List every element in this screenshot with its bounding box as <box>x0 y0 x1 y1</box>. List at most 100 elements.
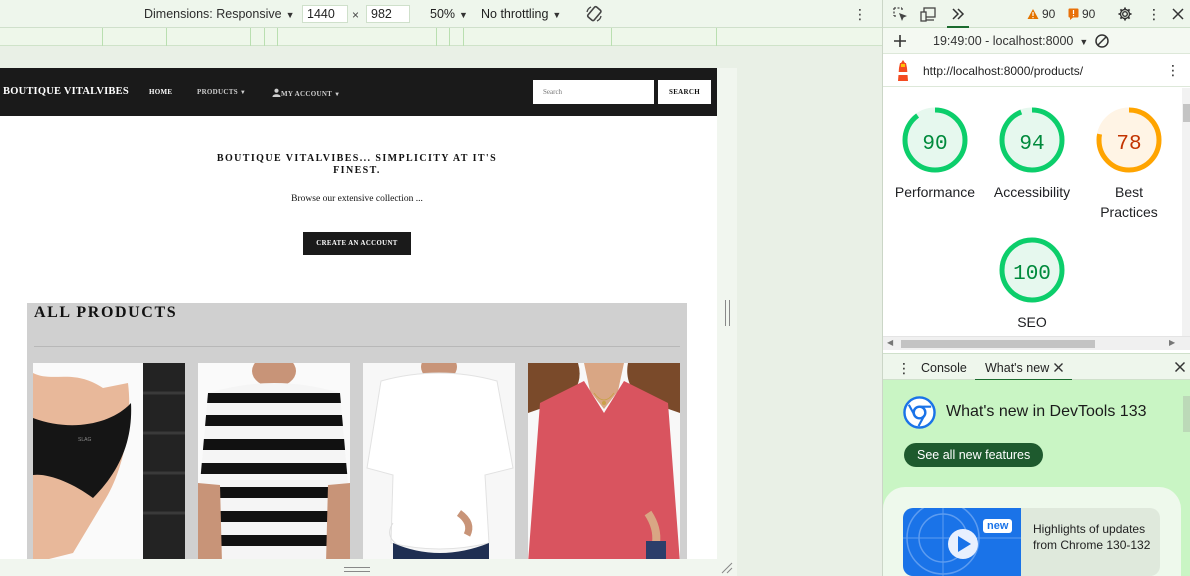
media-query-bar[interactable] <box>0 28 882 46</box>
divider <box>34 346 680 347</box>
drag-handle-icon <box>725 300 730 326</box>
report-url: http://localhost:8000/products/ <box>923 64 1084 78</box>
viewport-resize-handle-right[interactable] <box>717 68 737 559</box>
media-query-marker[interactable] <box>277 28 278 46</box>
score-gauge-seo[interactable]: 100 SEO <box>984 236 1080 332</box>
dimensions-dropdown[interactable]: Dimensions: Responsive ▼ <box>144 7 294 21</box>
score-gauge-performance[interactable]: 90 Performance <box>887 106 983 202</box>
caret-down-icon: ▼ <box>459 10 468 20</box>
product-card-black-briefs[interactable]: SLAG <box>33 363 185 559</box>
horizontal-scrollbar[interactable]: ◀ ▶ <box>883 336 1190 350</box>
caret-down-icon: ▼ <box>334 92 341 98</box>
video-thumbnail[interactable]: new <box>903 508 1021 576</box>
see-all-features-button[interactable]: See all new features <box>904 443 1044 467</box>
media-query-marker[interactable] <box>102 28 103 46</box>
media-query-marker[interactable] <box>250 28 251 46</box>
score-value: 94 <box>1019 133 1045 156</box>
highlight-text: Highlights of updates from Chrome 130-13… <box>1033 522 1151 552</box>
scrollbar-thumb[interactable] <box>901 340 1095 348</box>
caret-down-icon: ▼ <box>1079 37 1089 47</box>
issues-count[interactable]: 90 <box>1082 7 1095 21</box>
product-card-pink-top[interactable] <box>528 363 680 559</box>
zoom-dropdown[interactable]: 50% ▼ <box>430 7 468 21</box>
media-query-marker[interactable] <box>716 28 717 46</box>
device-toggle-icon[interactable] <box>920 6 936 22</box>
settings-gear-icon[interactable] <box>1117 6 1133 22</box>
warning-icon[interactable] <box>1027 8 1039 20</box>
vertical-scrollbar[interactable] <box>1182 390 1190 576</box>
hero-subtitle: Browse our extensive collection ... <box>291 194 423 204</box>
score-gauge-best-practices[interactable]: 78 Best Practices <box>1081 106 1177 222</box>
scroll-right-icon[interactable]: ▶ <box>1169 338 1175 347</box>
drag-handle-icon <box>344 567 370 572</box>
caret-down-icon: ▼ <box>285 10 295 20</box>
media-query-marker[interactable] <box>611 28 612 46</box>
device-toolbar: Dimensions: Responsive▼ × 50%▼ No thrott… <box>0 0 882 28</box>
product-image-black-briefs: SLAG <box>33 363 185 559</box>
media-query-marker[interactable] <box>463 28 464 46</box>
score-value: 100 <box>1013 263 1051 286</box>
whats-new-highlight-card[interactable]: new Highlights of updates from Chrome 13… <box>903 508 1160 576</box>
scroll-left-icon[interactable]: ◀ <box>887 338 893 347</box>
score-value: 78 <box>1116 133 1142 156</box>
plus-icon[interactable] <box>892 33 908 49</box>
clear-icon[interactable] <box>1094 33 1110 49</box>
inspect-element-icon[interactable] <box>892 6 908 22</box>
vertical-scrollbar[interactable] <box>1182 88 1190 336</box>
product-card-striped-tshirt[interactable] <box>198 363 350 559</box>
nav-home-link[interactable]: HOME <box>149 88 172 96</box>
close-tab-icon[interactable] <box>1053 362 1064 373</box>
nav-account-dropdown[interactable]: MY ACCOUNT ▼ <box>272 88 340 98</box>
nav-products-label: PRODUCTS <box>197 88 238 96</box>
nav-products-dropdown[interactable]: PRODUCTS ▼ <box>197 88 246 96</box>
viewport-resize-handle-bottom[interactable] <box>0 559 737 576</box>
rotate-icon[interactable] <box>585 5 603 23</box>
svg-text:SLAG: SLAG <box>78 437 91 443</box>
more-options-icon[interactable]: ⋮ <box>853 6 867 22</box>
issues-icon[interactable] <box>1068 8 1079 20</box>
score-label: Best Practices <box>1100 184 1158 220</box>
drawer-menu-icon[interactable]: ⋮ <box>897 360 911 377</box>
report-selector[interactable]: 19:49:00 - localhost:8000 ▼ <box>933 34 1088 48</box>
close-drawer-icon[interactable] <box>1174 361 1186 373</box>
products-section: ALL PRODUCTS SLAG <box>27 303 687 559</box>
media-query-marker[interactable] <box>166 28 167 46</box>
more-options-icon[interactable]: ⋮ <box>1165 62 1181 78</box>
product-image-pink-top <box>528 363 680 559</box>
media-query-marker[interactable] <box>264 28 265 46</box>
throttling-dropdown[interactable]: No throttling ▼ <box>481 7 561 21</box>
report-url-bar: http://localhost:8000/products/ ⋮ <box>883 54 1190 87</box>
scrollbar-thumb[interactable] <box>1183 104 1190 122</box>
score-label: SEO <box>1017 314 1047 330</box>
corner-resize-icon[interactable] <box>720 562 734 574</box>
devtools-toolbar: 90 90 ⋮ <box>883 0 1190 28</box>
dimensions-label: Dimensions: Responsive <box>144 7 282 21</box>
warning-count[interactable]: 90 <box>1042 7 1055 21</box>
height-input[interactable] <box>366 5 410 23</box>
devtools-panel: 90 90 ⋮ 19:49:00 - localhost:8000 ▼ http… <box>882 0 1190 576</box>
new-badge: new <box>983 519 1013 533</box>
tab-console[interactable]: Console <box>921 361 967 375</box>
devtools-logo-icon <box>903 396 936 429</box>
product-card-white-tshirt[interactable] <box>363 363 515 559</box>
times-separator: × <box>352 8 360 22</box>
score-label: Accessibility <box>993 184 1071 200</box>
more-options-icon[interactable]: ⋮ <box>1146 6 1162 22</box>
nav-account-label: MY ACCOUNT <box>281 90 333 98</box>
user-icon <box>272 88 281 97</box>
whats-new-title: What's new in DevTools 133 <box>946 403 1147 420</box>
site-search-input[interactable] <box>533 80 654 104</box>
create-account-button[interactable]: CREATE AN ACCOUNT <box>303 232 411 255</box>
hero-title: BOUTIQUE VITALVIBES... SIMPLICITY AT IT'… <box>216 153 498 176</box>
site-search-button[interactable]: SEARCH <box>658 80 711 104</box>
media-query-marker[interactable] <box>436 28 437 46</box>
score-gauge-accessibility[interactable]: 94 Accessibility <box>984 106 1080 202</box>
width-input[interactable] <box>302 5 348 23</box>
media-query-marker[interactable] <box>449 28 450 46</box>
score-value: 90 <box>922 133 948 156</box>
scrollbar-thumb[interactable] <box>1183 396 1190 432</box>
chevron-double-right-icon[interactable] <box>950 6 966 22</box>
site-brand[interactable]: BOUTIQUE VITALVIBES <box>3 86 129 97</box>
close-icon[interactable] <box>1170 6 1186 22</box>
score-label: Performance <box>894 184 976 200</box>
